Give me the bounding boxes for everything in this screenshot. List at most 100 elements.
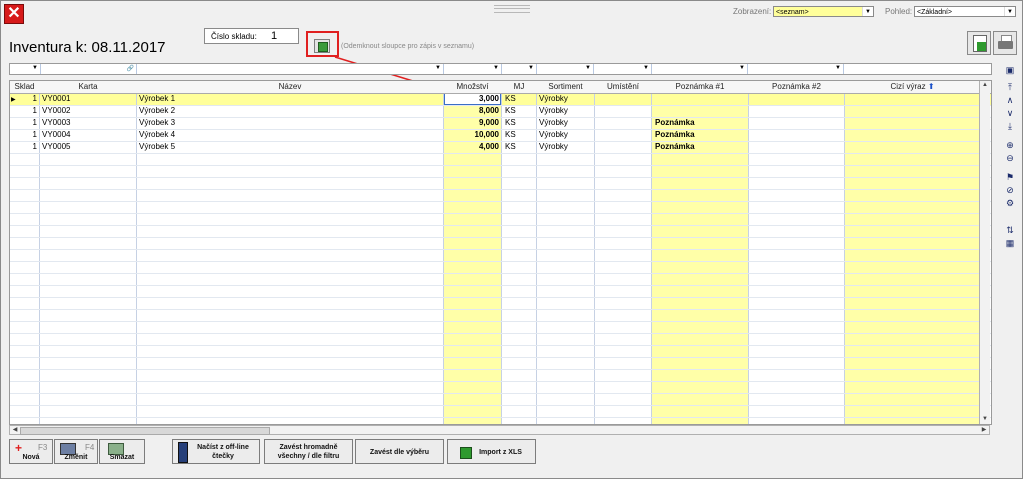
cell-mnozstvi[interactable]: 8,000: [444, 105, 499, 117]
table-icon[interactable]: ▦: [1004, 238, 1016, 249]
cell-karta[interactable]: VY0005: [42, 141, 136, 153]
cell-sklad[interactable]: 1: [10, 93, 37, 105]
sort-icon[interactable]: ⇅: [1004, 225, 1016, 236]
col-header-mnozstvi[interactable]: Množství: [444, 81, 501, 93]
cell-karta[interactable]: VY0001: [42, 93, 136, 105]
apply-all-button[interactable]: Zavést hromadně všechny / dle filtru: [264, 439, 353, 464]
filter-mnozstvi[interactable]: ▼: [444, 64, 502, 74]
load-offline-reader-button[interactable]: Načíst z off-line čtečky: [172, 439, 260, 464]
import-xls-button[interactable]: Import z XLS: [447, 439, 536, 464]
cell-sklad[interactable]: 1: [10, 129, 37, 141]
col-header-poznamka2[interactable]: Poznámka #2: [749, 81, 844, 93]
cell-poznamka1[interactable]: Poznámka: [655, 117, 745, 129]
zoom-in-icon[interactable]: ⊕: [1004, 140, 1016, 151]
cell-umisteni[interactable]: [597, 129, 649, 141]
cell-mj[interactable]: KS: [505, 105, 535, 117]
edit-button[interactable]: F4 Změnit: [54, 439, 98, 464]
cell-sortiment[interactable]: Výrobky: [539, 141, 593, 153]
cell-nazev[interactable]: Výrobek 2: [139, 105, 439, 117]
cell-sortiment[interactable]: Výrobky: [539, 117, 593, 129]
cell-nazev[interactable]: Výrobek 3: [139, 117, 439, 129]
cell-sklad[interactable]: 1: [10, 141, 37, 153]
cell-mj[interactable]: KS: [505, 129, 535, 141]
filter-poznamka2[interactable]: ▼: [748, 64, 844, 74]
cell-poznamka1[interactable]: [655, 105, 745, 117]
delete-button[interactable]: Smazat: [99, 439, 145, 464]
sklad-field[interactable]: Číslo skladu: 1: [204, 28, 299, 44]
cell-poznamka2[interactable]: [751, 117, 841, 129]
cell-mj[interactable]: KS: [505, 117, 535, 129]
apply-selection-button[interactable]: Zavést dle výběru: [355, 439, 444, 464]
cell-sortiment[interactable]: Výrobky: [539, 129, 593, 141]
cell-poznamka1[interactable]: Poznámka: [655, 129, 745, 141]
data-grid[interactable]: Sklad Karta Název Množství MJ Sortiment …: [9, 80, 992, 425]
filter-umisteni[interactable]: ▼: [594, 64, 652, 74]
unlock-columns-button[interactable]: [314, 39, 330, 53]
export-button[interactable]: [967, 31, 991, 55]
zoom-out-icon[interactable]: ⊖: [1004, 153, 1016, 164]
scroll-down-icon[interactable]: ▼: [980, 415, 990, 424]
filter-sortiment[interactable]: ▼: [537, 64, 594, 74]
filter-poznamka1[interactable]: ▼: [652, 64, 748, 74]
last-record-icon[interactable]: ⤓: [1004, 121, 1016, 132]
cell-poznamka2[interactable]: [751, 129, 841, 141]
cell-poznamka1[interactable]: Poznámka: [655, 141, 745, 153]
col-header-cizi[interactable]: Cizí výraz ⬆: [845, 81, 980, 93]
zobrazeni-select[interactable]: <seznam> ▼: [773, 6, 874, 17]
scroll-right-icon[interactable]: ▶: [979, 426, 989, 435]
previous-record-icon[interactable]: ∧: [1004, 95, 1016, 106]
pohled-select[interactable]: <Základní> ▼: [914, 6, 1016, 17]
cell-karta[interactable]: VY0002: [42, 105, 136, 117]
cell-mj[interactable]: KS: [505, 141, 535, 153]
col-header-mj[interactable]: MJ: [502, 81, 536, 93]
cell-poznamka2[interactable]: [751, 93, 841, 105]
cell-karta[interactable]: VY0004: [42, 129, 136, 141]
cell-poznamka2[interactable]: [751, 105, 841, 117]
filter-nazev[interactable]: ▼: [137, 64, 444, 74]
col-header-poznamka1[interactable]: Poznámka #1: [652, 81, 748, 93]
cell-sklad[interactable]: 1: [10, 117, 37, 129]
col-header-umisteni[interactable]: Umístění: [595, 81, 651, 93]
save-layout-icon[interactable]: ▣: [1004, 65, 1016, 76]
first-record-icon[interactable]: ⤒: [1004, 82, 1016, 93]
close-icon[interactable]: ✕: [4, 4, 24, 24]
cell-umisteni[interactable]: [597, 141, 649, 153]
cell-umisteni[interactable]: [597, 93, 649, 105]
cell-sklad[interactable]: 1: [10, 105, 37, 117]
scroll-left-icon[interactable]: ◀: [10, 426, 20, 435]
cell-nazev[interactable]: Výrobek 1: [139, 93, 439, 105]
settings-icon[interactable]: ⚙: [1004, 198, 1016, 209]
col-header-sklad[interactable]: Sklad: [10, 81, 39, 93]
filter-mj[interactable]: ▼: [502, 64, 537, 74]
filter-sklad[interactable]: ▼: [10, 64, 41, 74]
cell-sortiment[interactable]: Výrobky: [539, 93, 593, 105]
scroll-up-icon[interactable]: ▲: [980, 81, 990, 90]
scroll-thumb[interactable]: [20, 427, 270, 435]
cell-poznamka1[interactable]: [655, 93, 745, 105]
cell-mnozstvi[interactable]: 10,000: [444, 129, 499, 141]
col-header-nazev[interactable]: Název: [137, 81, 443, 93]
cell-nazev[interactable]: Výrobek 5: [139, 141, 439, 153]
window-grip[interactable]: [494, 5, 530, 13]
filter-icon[interactable]: ⚑: [1004, 172, 1016, 183]
filter-karta[interactable]: 🔗: [41, 64, 137, 74]
cell-nazev[interactable]: Výrobek 4: [139, 129, 439, 141]
col-header-karta[interactable]: Karta: [40, 81, 136, 93]
cell-mnozstvi[interactable]: 3,000: [444, 93, 499, 105]
new-button[interactable]: + F3 Nová: [9, 439, 53, 464]
vertical-scrollbar[interactable]: ▲ ▼: [979, 81, 990, 424]
cell-karta[interactable]: VY0003: [42, 117, 136, 129]
cell-umisteni[interactable]: [597, 105, 649, 117]
cell-mnozstvi[interactable]: 9,000: [444, 117, 499, 129]
col-header-sortiment[interactable]: Sortiment: [537, 81, 594, 93]
print-button[interactable]: [993, 31, 1017, 55]
next-record-icon[interactable]: ∨: [1004, 108, 1016, 119]
cell-poznamka2[interactable]: [751, 141, 841, 153]
clear-filter-icon[interactable]: ⊘: [1004, 185, 1016, 196]
cell-sortiment[interactable]: Výrobky: [539, 105, 593, 117]
cell-mj[interactable]: KS: [505, 93, 535, 105]
cell-umisteni[interactable]: [597, 117, 649, 129]
cell-mnozstvi[interactable]: 4,000: [444, 141, 499, 153]
horizontal-scrollbar[interactable]: ◀ ▶: [9, 425, 990, 435]
filter-cizi[interactable]: [844, 64, 991, 74]
